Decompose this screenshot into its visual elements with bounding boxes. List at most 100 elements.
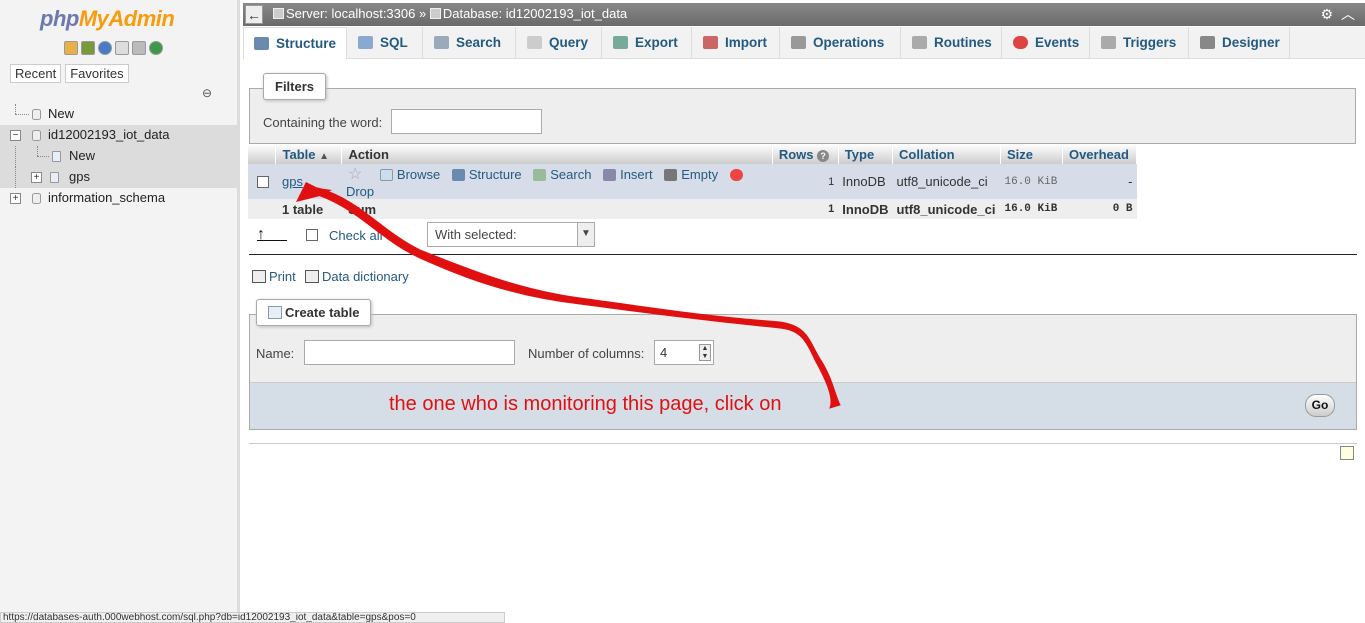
- sum-rows: 1: [772, 199, 839, 219]
- status-bar-url: https://databases-auth.000webhost.com/sq…: [0, 612, 505, 623]
- help-icon[interactable]: [98, 41, 112, 55]
- name-label: Name:: [256, 346, 295, 361]
- num-columns-label: Number of columns:: [528, 346, 645, 361]
- reload-icon[interactable]: [149, 41, 163, 55]
- tab-export[interactable]: Export: [603, 27, 692, 59]
- designer-icon: [1200, 36, 1215, 49]
- tables-list: Table ▲ Action Rows ? Type Collation Siz…: [248, 144, 1138, 219]
- num-columns-stepper[interactable]: 4 ▲ ▼: [654, 340, 714, 365]
- home-icon[interactable]: [64, 41, 78, 55]
- with-selected-dropdown[interactable]: With selected: ▼: [427, 222, 595, 247]
- print-icon: [252, 270, 266, 283]
- row-overhead: -: [1062, 164, 1137, 199]
- back-arrow-icon[interactable]: ←: [245, 5, 263, 24]
- recent-tab[interactable]: Recent: [10, 64, 62, 83]
- containing-label: Containing the word:: [263, 115, 383, 130]
- action-browse[interactable]: Browse: [379, 167, 440, 182]
- expand-icon[interactable]: +: [10, 193, 21, 204]
- col-header-rows[interactable]: Rows ?: [772, 144, 839, 164]
- nav-icon-bar: [64, 41, 163, 55]
- main-tabs: Structure SQL Search Query Export Import…: [243, 27, 1365, 60]
- browse-icon: [379, 169, 393, 181]
- breadcrumb-database[interactable]: Database: id12002193_iot_data: [443, 6, 627, 21]
- tab-query[interactable]: Query: [517, 27, 602, 59]
- clock-icon: [1013, 36, 1028, 49]
- tab-designer[interactable]: Designer: [1190, 27, 1290, 59]
- tree-item-new[interactable]: New: [0, 104, 237, 125]
- link-icon[interactable]: ⊖: [202, 86, 212, 100]
- routines-icon: [912, 36, 927, 49]
- tab-operations[interactable]: Operations: [781, 27, 901, 59]
- favorite-star-icon[interactable]: ☆: [348, 166, 362, 183]
- row-collation: utf8_unicode_ci: [892, 164, 1001, 199]
- table-name-input[interactable]: [304, 340, 515, 365]
- docs-icon[interactable]: [115, 41, 129, 55]
- sum-engine: InnoDB: [838, 199, 893, 219]
- query-icon: [527, 36, 542, 49]
- create-table-icon: [268, 306, 282, 319]
- sum-label: Sum: [341, 199, 773, 219]
- check-all-checkbox[interactable]: [306, 229, 318, 241]
- tab-structure[interactable]: Structure: [243, 27, 347, 60]
- sum-collation: utf8_unicode_ci: [892, 199, 1001, 219]
- action-insert[interactable]: Insert: [603, 167, 653, 182]
- row-checkbox[interactable]: [257, 176, 269, 188]
- arrow-line: [257, 240, 287, 241]
- tree-item-information-schema[interactable]: + information_schema: [0, 188, 237, 209]
- col-header-overhead[interactable]: Overhead: [1062, 144, 1138, 164]
- help-icon[interactable]: ?: [817, 149, 830, 162]
- col-header-size[interactable]: Size: [1000, 144, 1063, 164]
- export-icon: [613, 36, 628, 49]
- action-empty[interactable]: Empty: [664, 167, 718, 182]
- collapse-icon[interactable]: −: [10, 130, 21, 141]
- breadcrumb-bar: ← Server: localhost:3306 » Database: id1…: [243, 3, 1365, 26]
- console-icon[interactable]: [1340, 446, 1354, 460]
- tab-sql[interactable]: SQL: [348, 27, 423, 59]
- sort-asc-icon: ▲: [319, 150, 330, 162]
- tab-routines[interactable]: Routines: [902, 27, 1002, 59]
- divider: [249, 443, 1357, 444]
- database-icon: [32, 130, 41, 141]
- action-search[interactable]: Search: [533, 167, 591, 182]
- settings-icon[interactable]: [132, 41, 146, 55]
- chevron-down-icon: ▼: [577, 223, 594, 246]
- sum-size: 16.0 KiB: [1000, 199, 1063, 219]
- table-icon: [50, 172, 59, 183]
- navigation-panel: phpMyAdmin Recent Favorites ⊖ New − id12…: [0, 0, 240, 623]
- database-icon: [32, 193, 41, 204]
- tree-item-new-table[interactable]: New: [0, 146, 237, 167]
- breadcrumb-separator: »: [418, 6, 427, 21]
- tab-triggers[interactable]: Triggers: [1091, 27, 1189, 59]
- tree-item-gps[interactable]: + gps: [0, 167, 237, 188]
- search-icon: [533, 169, 547, 181]
- table-name-link[interactable]: gps: [282, 174, 303, 189]
- sum-tables: 1 table: [275, 199, 342, 219]
- expand-icon[interactable]: +: [31, 172, 42, 183]
- tab-events[interactable]: Events: [1003, 27, 1090, 59]
- new-db-icon: [32, 109, 41, 120]
- tree-item-db-iot-data[interactable]: − id12002193_iot_data: [0, 125, 237, 146]
- tab-import[interactable]: Import: [693, 27, 780, 59]
- print-link[interactable]: Print: [252, 269, 296, 284]
- collapse-up-icon[interactable]: ︿: [1341, 6, 1355, 22]
- action-structure[interactable]: Structure: [451, 167, 522, 182]
- triggers-icon: [1101, 36, 1116, 49]
- data-dictionary-link[interactable]: Data dictionary: [305, 269, 409, 284]
- filters-legend: Filters: [263, 73, 327, 100]
- row-engine: InnoDB: [838, 164, 893, 199]
- col-header-collation[interactable]: Collation: [892, 144, 1001, 164]
- go-button[interactable]: Go: [1305, 394, 1335, 417]
- filter-input[interactable]: [391, 109, 542, 134]
- col-header-table[interactable]: Table ▲: [275, 144, 343, 164]
- tab-search[interactable]: Search: [424, 27, 516, 59]
- logout-icon[interactable]: [81, 41, 95, 55]
- stepper-arrows-icon[interactable]: ▲ ▼: [699, 344, 711, 361]
- main-panel: ← Server: localhost:3306 » Database: id1…: [243, 0, 1365, 623]
- gear-icon[interactable]: ⚙: [1321, 6, 1334, 22]
- check-all-label[interactable]: Check all: [329, 228, 382, 243]
- structure-icon: [254, 37, 269, 50]
- phpmyadmin-logo[interactable]: phpMyAdmin: [40, 6, 175, 32]
- favorites-tab[interactable]: Favorites: [65, 64, 129, 83]
- col-header-type[interactable]: Type: [838, 144, 894, 164]
- breadcrumb-server[interactable]: Server: localhost:3306: [286, 6, 415, 21]
